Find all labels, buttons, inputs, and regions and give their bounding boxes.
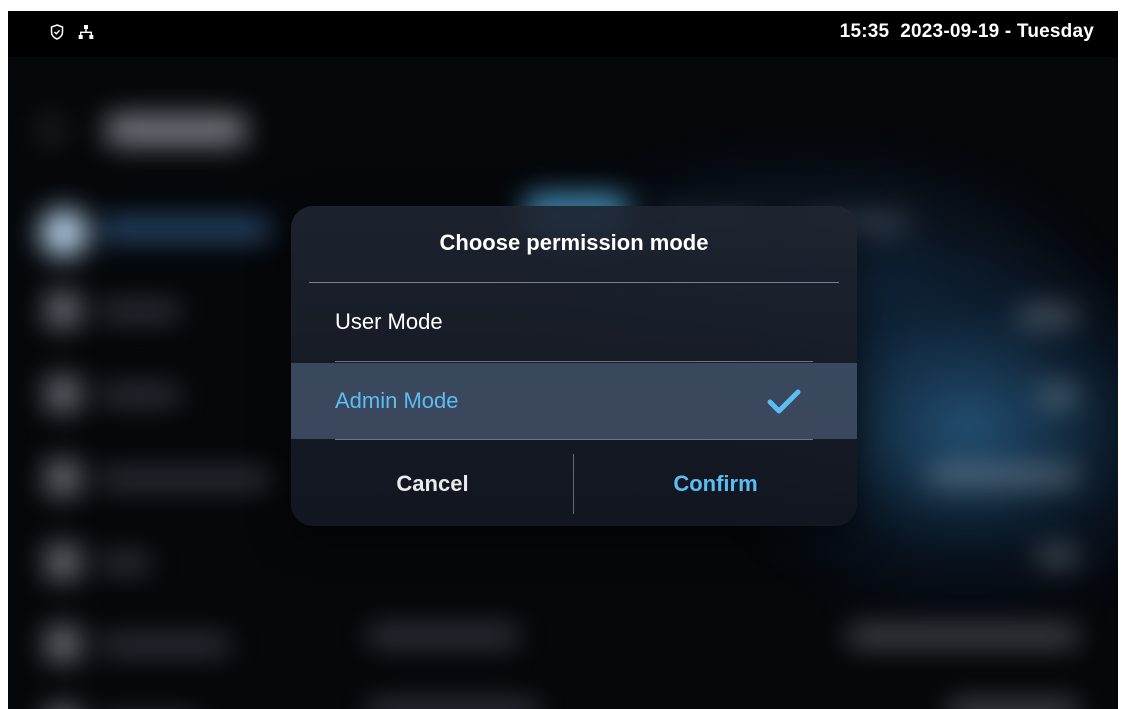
checkmark-icon [767, 389, 801, 420]
permission-mode-dialog: Choose permission mode User Mode Admin M… [291, 206, 857, 526]
shield-icon [50, 24, 64, 40]
divider [335, 439, 813, 440]
network-icon [78, 24, 94, 40]
clock-date: 2023-09-19 - Tuesday [900, 21, 1094, 42]
option-label: User Mode [335, 309, 443, 334]
option-admin-mode[interactable]: Admin Mode [291, 363, 857, 439]
dialog-title: Choose permission mode [439, 230, 709, 255]
dialog-footer: Cancel Confirm [291, 442, 857, 526]
status-icons [50, 24, 94, 40]
cancel-button[interactable]: Cancel [291, 442, 574, 526]
divider [309, 282, 839, 283]
device-screen: 15:35 2023-09-19 - Tuesday Choose permis… [8, 11, 1118, 709]
option-user-mode[interactable]: User Mode [291, 284, 857, 360]
confirm-button[interactable]: Confirm [574, 442, 857, 526]
clock-time: 15:35 [839, 21, 890, 42]
option-label: Admin Mode [335, 388, 459, 413]
status-bar: 15:35 2023-09-19 - Tuesday [8, 11, 1118, 57]
status-datetime: 15:35 2023-09-19 - Tuesday [840, 21, 1094, 43]
divider [335, 361, 813, 362]
